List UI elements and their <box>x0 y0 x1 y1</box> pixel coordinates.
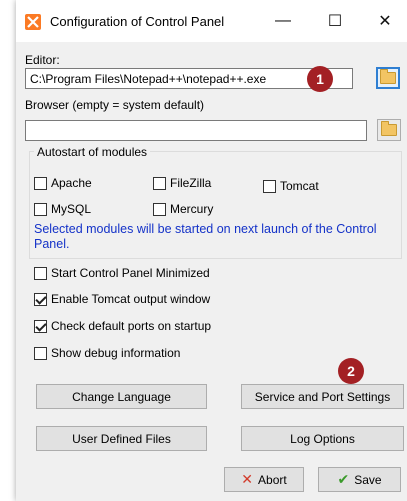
close-icon: ✕ <box>378 13 392 30</box>
filezilla-label: FileZilla <box>170 176 212 190</box>
abort-label: Abort <box>258 472 287 487</box>
config-dialog: Configuration of Control Panel — ☐ ✕ Edi… <box>16 0 407 501</box>
checkbox-box <box>153 202 166 216</box>
window-title: Configuration of Control Panel <box>50 14 225 29</box>
service-port-settings-button[interactable]: Service and Port Settings <box>241 384 404 409</box>
maximize-button[interactable]: ☐ <box>312 6 358 36</box>
filezilla-checkbox[interactable]: FileZilla <box>153 176 211 190</box>
mercury-checkbox[interactable]: Mercury <box>153 202 213 216</box>
check-ports-label: Check default ports on startup <box>51 319 212 333</box>
check-ports-checkbox[interactable]: Check default ports on startup <box>34 319 211 333</box>
user-defined-files-button[interactable]: User Defined Files <box>36 426 207 451</box>
editor-label: Editor: <box>25 53 60 67</box>
minimize-icon: — <box>275 12 291 29</box>
editor-path-input[interactable]: C:\Program Files\Notepad++\notepad++.exe <box>25 68 353 89</box>
autostart-group-title: Autostart of modules <box>34 145 151 159</box>
checkbox-box <box>34 202 47 216</box>
abort-button[interactable]: ✕ Abort <box>224 467 304 492</box>
checkbox-box-checked <box>34 292 47 306</box>
tomcat-output-checkbox[interactable]: Enable Tomcat output window <box>34 292 210 306</box>
editor-browse-button[interactable] <box>376 67 400 89</box>
tomcat-checkbox[interactable]: Tomcat <box>263 179 319 193</box>
change-language-button[interactable]: Change Language <box>36 384 207 409</box>
start-minimized-checkbox[interactable]: Start Control Panel Minimized <box>34 266 210 280</box>
x-icon: ✕ <box>241 471 254 487</box>
save-label: Save <box>354 472 382 487</box>
mercury-label: Mercury <box>170 202 214 216</box>
folder-icon <box>381 121 397 136</box>
autostart-note: Selected modules will be started on next… <box>34 222 377 251</box>
step-marker-2: 2 <box>338 358 364 384</box>
debug-info-label: Show debug information <box>51 346 181 360</box>
tomcat-output-label: Enable Tomcat output window <box>51 292 211 306</box>
xampp-logo-icon <box>25 14 41 30</box>
maximize-icon: ☐ <box>327 13 343 30</box>
start-minimized-label: Start Control Panel Minimized <box>51 266 210 280</box>
apache-checkbox[interactable]: Apache <box>34 176 92 190</box>
log-options-button[interactable]: Log Options <box>241 426 404 451</box>
debug-info-checkbox[interactable]: Show debug information <box>34 346 180 360</box>
apache-label: Apache <box>51 176 92 190</box>
checkbox-box <box>34 176 47 190</box>
step-marker-1: 1 <box>307 66 333 92</box>
checkbox-box <box>153 176 166 190</box>
minimize-button[interactable]: — <box>260 6 306 36</box>
checkmark-icon: ✔ <box>337 471 350 487</box>
browser-browse-button[interactable] <box>377 119 401 141</box>
tomcat-label: Tomcat <box>280 179 319 193</box>
checkbox-box <box>34 266 47 280</box>
close-button[interactable]: ✕ <box>362 6 407 36</box>
folder-icon <box>380 69 396 84</box>
mysql-label: MySQL <box>51 202 92 216</box>
mysql-checkbox[interactable]: MySQL <box>34 202 91 216</box>
checkbox-box <box>34 346 47 360</box>
checkbox-box <box>263 179 276 193</box>
checkbox-box-checked <box>34 319 47 333</box>
title-bar: Configuration of Control Panel — ☐ ✕ <box>16 0 407 42</box>
browser-path-input[interactable] <box>25 120 367 141</box>
browser-label: Browser (empty = system default) <box>25 98 205 112</box>
save-button[interactable]: ✔ Save <box>318 467 401 492</box>
